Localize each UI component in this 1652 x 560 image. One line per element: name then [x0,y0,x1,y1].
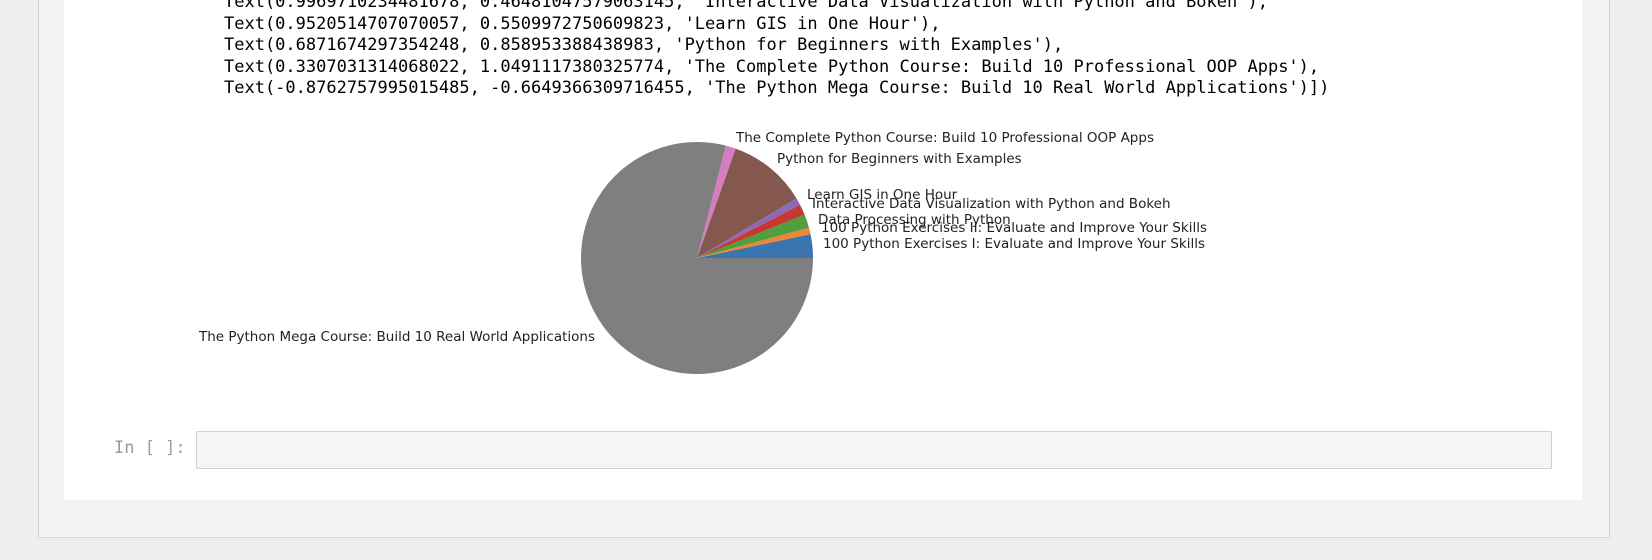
pie-slice-label: 100 Python Exercises I: Evaluate and Imp… [823,236,1205,252]
pie-slice-label: The Python Mega Course: Build 10 Real Wo… [198,329,595,345]
pie-slice-label: Python for Beginners with Examples [777,151,1022,167]
pie-chart: 100 Python Exercises I: Evaluate and Imp… [198,130,1207,374]
pie-slice-label: Learn GIS in One Hour [807,187,958,203]
pie-slice-label: Data Processing with Python [818,212,1011,228]
pie-slice-label: The Complete Python Course: Build 10 Pro… [735,130,1154,146]
cell-prompt: In [ ]: [114,438,186,458]
code-cell-input[interactable] [196,431,1552,469]
